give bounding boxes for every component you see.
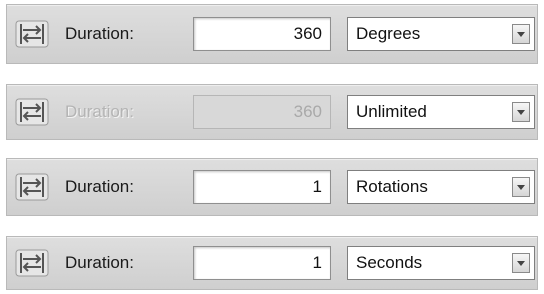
duration-arrows-icon bbox=[15, 98, 49, 126]
duration-settings-examples: Duration: 360 Degrees Duration: 360 Unli… bbox=[0, 0, 544, 294]
duration-unit-select[interactable]: Unlimited bbox=[347, 95, 535, 129]
chevron-down-icon bbox=[517, 32, 525, 37]
dropdown-button[interactable] bbox=[512, 253, 530, 273]
duration-row-degrees: Duration: 360 Degrees bbox=[6, 4, 538, 64]
chevron-down-icon bbox=[517, 185, 525, 190]
duration-value-input[interactable]: 360 bbox=[193, 17, 331, 51]
dropdown-button[interactable] bbox=[512, 24, 530, 44]
duration-value-input[interactable]: 1 bbox=[193, 246, 331, 280]
duration-unit-select[interactable]: Degrees bbox=[347, 17, 535, 51]
duration-arrows-icon bbox=[15, 249, 49, 277]
duration-label: Duration: bbox=[65, 177, 134, 196]
duration-row-rotations: Duration: 1 Rotations bbox=[6, 158, 538, 216]
chevron-down-icon bbox=[517, 110, 525, 115]
chevron-down-icon bbox=[517, 261, 525, 266]
duration-unit-value: Degrees bbox=[356, 24, 421, 43]
duration-label: Duration: bbox=[65, 102, 134, 121]
duration-value-input: 360 bbox=[193, 95, 331, 129]
duration-label: Duration: bbox=[65, 24, 134, 43]
dropdown-button[interactable] bbox=[512, 177, 530, 197]
duration-value-input[interactable]: 1 bbox=[193, 170, 331, 204]
duration-arrows-icon bbox=[15, 20, 49, 48]
duration-row-seconds: Duration: 1 Seconds bbox=[6, 236, 538, 290]
duration-arrows-icon bbox=[15, 173, 49, 201]
duration-label: Duration: bbox=[65, 253, 134, 272]
duration-unit-select[interactable]: Rotations bbox=[347, 170, 535, 204]
duration-unit-value: Unlimited bbox=[356, 102, 427, 121]
duration-unit-value: Seconds bbox=[356, 253, 423, 272]
duration-unit-select[interactable]: Seconds bbox=[347, 246, 535, 280]
dropdown-button[interactable] bbox=[512, 102, 530, 122]
duration-row-unlimited: Duration: 360 Unlimited bbox=[6, 84, 538, 140]
duration-unit-value: Rotations bbox=[356, 177, 428, 196]
